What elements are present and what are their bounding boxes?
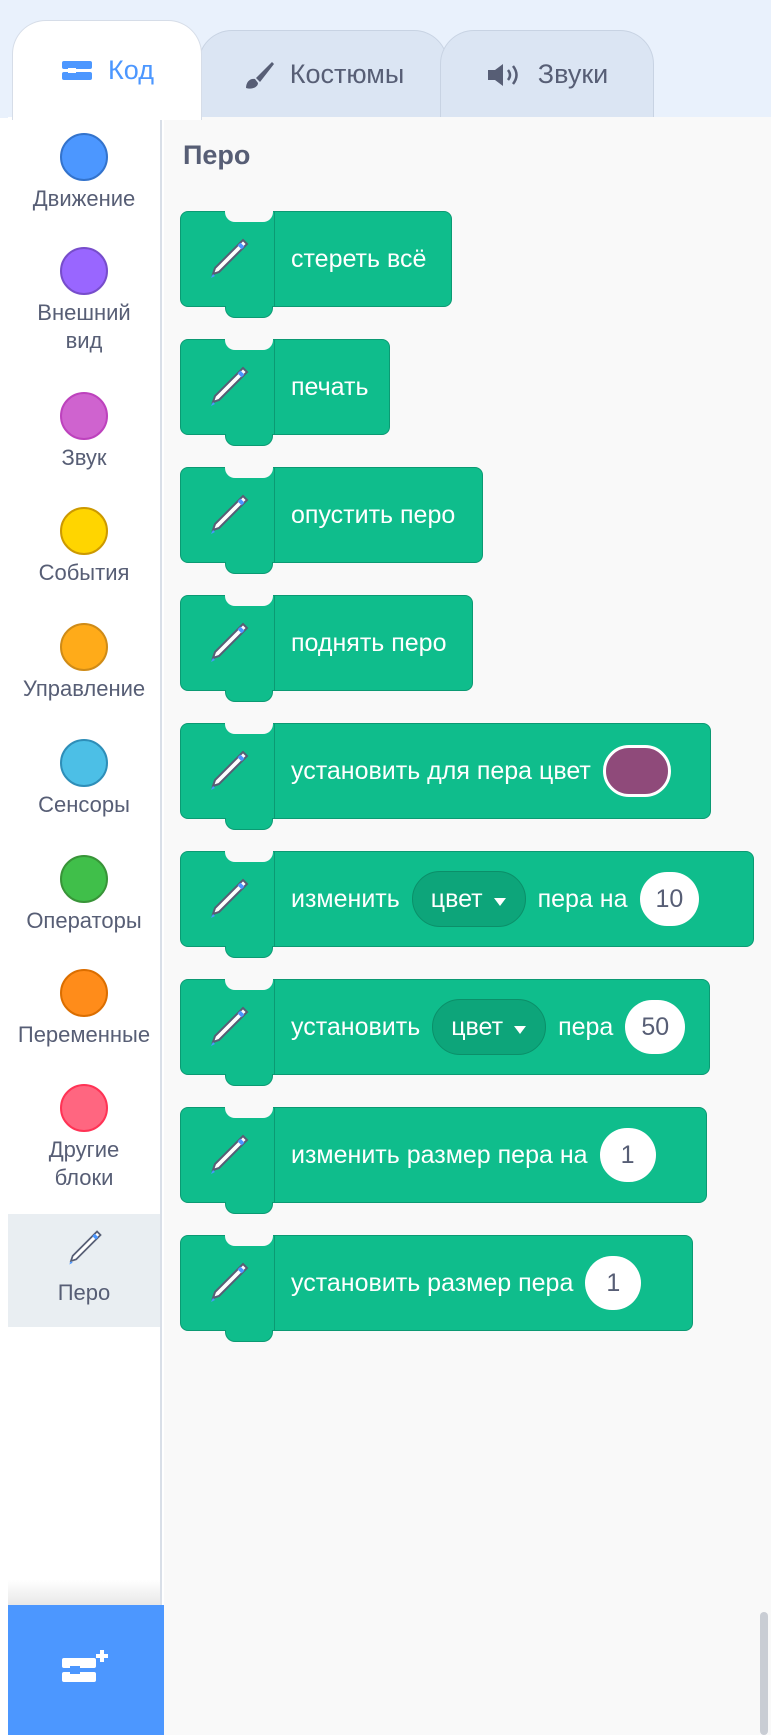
my-blocks-dot-icon (60, 1084, 108, 1132)
speaker-icon (486, 62, 524, 88)
pen-icon (181, 723, 275, 819)
add-extension-button[interactable] (8, 1605, 164, 1735)
block-label: печать (291, 372, 369, 401)
category-events[interactable]: События (8, 507, 160, 587)
category-label: Внешний вид (37, 300, 131, 353)
block-set-pen-param[interactable]: установить цвет пера 50 (180, 978, 710, 1086)
category-pen[interactable]: Перо (8, 1214, 160, 1327)
param-dropdown[interactable]: цвет (432, 999, 547, 1055)
block-stamp[interactable]: печать (180, 338, 390, 446)
variables-dot-icon (60, 969, 108, 1017)
block-label: поднять перо (291, 628, 447, 657)
tab-costumes-label: Костюмы (289, 59, 405, 89)
param-dropdown[interactable]: цвет (411, 871, 526, 927)
pen-icon (181, 467, 275, 563)
code-icon (60, 59, 94, 83)
block-change-pen-param[interactable]: изменить цвет пера на 10 (180, 850, 754, 958)
block-label: стереть всё (291, 244, 427, 273)
pen-icon (181, 1107, 275, 1203)
category-label: События (38, 560, 130, 585)
block-change-pen-size[interactable]: изменить размер пера на 1 (180, 1106, 707, 1214)
caret-down-icon (513, 1013, 527, 1042)
sidebar-fade (8, 1580, 160, 1605)
block-label: установить (291, 1012, 421, 1041)
caret-down-icon (493, 885, 507, 914)
block-label: изменить (291, 884, 400, 913)
block-set-pen-color[interactable]: установить для пера цвет (180, 722, 711, 830)
block-set-pen-size[interactable]: установить размер пера 1 (180, 1234, 693, 1342)
category-label: Движение (32, 186, 136, 211)
category-variables[interactable]: Переменные (8, 969, 160, 1049)
dropdown-value: цвет (430, 884, 483, 913)
category-control[interactable]: Управление (8, 623, 160, 703)
number-input[interactable]: 1 (599, 1128, 656, 1182)
tab-sounds-label: Звуки (537, 59, 609, 89)
category-my-blocks[interactable]: Другие блоки (8, 1084, 160, 1192)
category-label: Переменные (17, 1022, 151, 1047)
block-label-2: пера (558, 1012, 614, 1041)
pen-icon (181, 595, 275, 691)
number-input[interactable]: 50 (625, 1000, 686, 1054)
block-label: изменить размер пера на (291, 1140, 588, 1169)
category-sound[interactable]: Звук (8, 392, 160, 472)
pen-icon (181, 339, 275, 435)
block-label: установить для пера цвет (291, 756, 591, 785)
number-input[interactable]: 10 (639, 872, 700, 926)
category-looks[interactable]: Внешний вид (8, 247, 160, 355)
add-extension-icon (60, 1648, 112, 1693)
number-input[interactable]: 1 (585, 1256, 642, 1310)
section-title: Перо (183, 140, 251, 170)
tab-code-label: Код (108, 55, 154, 85)
category-label: Управление (22, 676, 146, 701)
pen-icon (64, 1228, 104, 1275)
palette-scrollbar[interactable] (760, 1612, 768, 1735)
sound-dot-icon (60, 392, 108, 440)
control-dot-icon (60, 623, 108, 671)
tab-bar: Код Костюмы Звуки (0, 0, 771, 120)
block-label-2: пера на (537, 884, 628, 913)
block-label: установить размер пера (291, 1268, 574, 1297)
looks-dot-icon (60, 247, 108, 295)
pen-icon (181, 211, 275, 307)
tab-costumes[interactable]: Костюмы (198, 30, 448, 118)
category-label: Другие блоки (48, 1137, 120, 1190)
block-clear[interactable]: стереть всё (180, 210, 452, 318)
sensing-dot-icon (60, 739, 108, 787)
dropdown-value: цвет (451, 1012, 504, 1041)
category-sensing[interactable]: Сенсоры (8, 739, 160, 819)
pen-icon (181, 851, 275, 947)
category-operators[interactable]: Операторы (8, 855, 160, 935)
category-label: Операторы (26, 908, 142, 933)
tab-code[interactable]: Код (12, 20, 202, 120)
block-label: опустить перо (291, 500, 456, 529)
block-pen-down[interactable]: опустить перо (180, 466, 483, 574)
category-sidebar: Движение Внешний вид Звук События Управл… (8, 117, 162, 1735)
brush-icon (242, 60, 276, 90)
category-label: Сенсоры (38, 792, 130, 817)
block-pen-up[interactable]: поднять перо (180, 594, 473, 702)
tab-sounds[interactable]: Звуки (440, 30, 654, 118)
color-swatch-input[interactable] (602, 745, 671, 797)
motion-dot-icon (60, 133, 108, 181)
category-motion[interactable]: Движение (8, 133, 160, 213)
category-label: Звук (61, 445, 107, 470)
category-label: Перо (57, 1280, 111, 1305)
pen-icon (181, 979, 275, 1075)
pen-icon (181, 1235, 275, 1331)
events-dot-icon (60, 507, 108, 555)
operators-dot-icon (60, 855, 108, 903)
